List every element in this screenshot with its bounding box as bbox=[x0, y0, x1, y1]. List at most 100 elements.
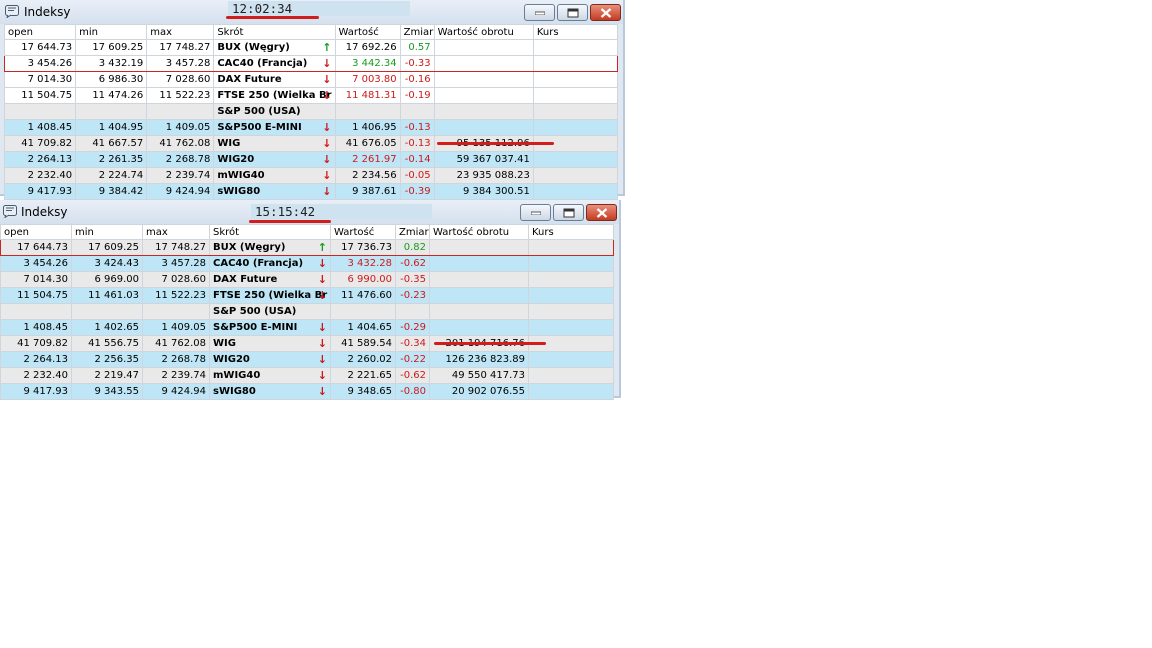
cell-wartosc-obrotu bbox=[429, 255, 529, 272]
cell-wartosc: 2 260.02 bbox=[330, 351, 396, 368]
cell-skrot: S&P 500 (USA) bbox=[213, 103, 336, 120]
cell-zmiar bbox=[399, 103, 435, 120]
maximize-button[interactable] bbox=[557, 4, 588, 21]
cell-max bbox=[142, 303, 210, 320]
cell-skrot: CAC40 (Francja) ↓ bbox=[213, 55, 336, 72]
maximize-button[interactable] bbox=[553, 204, 584, 221]
cell-wartosc-obrotu: 23 935 088.23 bbox=[433, 167, 534, 184]
table-body: 17 644.73 17 609.25 17 748.27 BUX (Węgry) ↑ 1… bbox=[0, 239, 614, 400]
table-row[interactable]: 17 644.73 17 609.25 17 748.27 BUX (Węgry) ↑ 1… bbox=[3, 39, 619, 56]
cell-zmiar: -0.19 bbox=[399, 87, 435, 104]
col-skrot-header[interactable]: Skrót bbox=[213, 24, 336, 40]
col-zmiar-header[interactable]: Zmiar bbox=[399, 24, 435, 40]
table-row[interactable]: 1 408.45 1 402.65 1 409.05 S&P500 E-MINI ↓ 1 … bbox=[0, 319, 614, 336]
table-row[interactable]: S&P 500 (USA) bbox=[0, 303, 614, 320]
close-icon bbox=[596, 207, 607, 218]
cell-skrot: DAX Future ↓ bbox=[209, 271, 331, 288]
col-kurs-header[interactable]: Kurs bbox=[532, 24, 619, 40]
close-icon bbox=[600, 7, 611, 18]
table-row[interactable]: 1 408.45 1 404.95 1 409.05 S&P500 E-MINI ↓ 1 … bbox=[3, 119, 619, 136]
col-wartosc-header[interactable]: Wartość bbox=[334, 24, 401, 40]
cell-zmiar: -0.35 bbox=[395, 271, 430, 288]
cell-open: 11 504.75 bbox=[3, 87, 77, 104]
cell-min: 41 556.75 bbox=[71, 335, 143, 352]
close-button[interactable] bbox=[586, 204, 617, 221]
cell-zmiar: -0.22 bbox=[395, 351, 430, 368]
arrow-down-icon: ↓ bbox=[322, 73, 332, 86]
arrow-down-icon: ↓ bbox=[317, 321, 327, 334]
cell-zmiar: -0.16 bbox=[399, 71, 435, 88]
col-wartosc-header[interactable]: Wartość bbox=[330, 224, 396, 240]
cell-open: 2 232.40 bbox=[3, 167, 77, 184]
cell-min: 6 986.30 bbox=[75, 71, 148, 88]
table-row[interactable]: 11 504.75 11 474.26 11 522.23 FTSE 250 (Wie… bbox=[3, 87, 619, 104]
table-row[interactable]: 9 417.93 9 384.42 9 424.94 sWIG80 ↓ 9 387.61-… bbox=[3, 183, 619, 200]
table-header: open min max Skrót Wartość Zmiar Wartość obrot… bbox=[3, 24, 619, 40]
cell-zmiar: -0.39 bbox=[399, 183, 435, 200]
cell-open: 7 014.30 bbox=[0, 271, 72, 288]
table-row[interactable]: 2 264.13 2 256.35 2 268.78 WIG20 ↓ 2 260.02 -0… bbox=[0, 351, 614, 368]
col-wartosc-obrotu-header[interactable]: Wartość obrotu bbox=[429, 224, 529, 240]
col-skrot-header[interactable]: Skrót bbox=[209, 224, 331, 240]
cell-kurs bbox=[532, 55, 619, 72]
clock-time: 12:02:34 bbox=[228, 1, 410, 16]
cell-min: 9 384.42 bbox=[75, 183, 148, 200]
col-max-header[interactable]: max bbox=[146, 24, 215, 40]
cell-max: 2 239.74 bbox=[146, 167, 215, 184]
table-row[interactable]: 9 417.93 9 343.55 9 424.94 sWIG80 ↓ 9 348.65-… bbox=[0, 383, 614, 400]
cell-kurs bbox=[528, 351, 614, 368]
cell-skrot: WIG ↓ bbox=[213, 135, 336, 152]
col-open-header[interactable]: open bbox=[3, 24, 77, 40]
cell-wartosc-obrotu bbox=[429, 271, 529, 288]
cell-kurs bbox=[532, 119, 619, 136]
col-max-header[interactable]: max bbox=[142, 224, 210, 240]
col-min-header[interactable]: min bbox=[71, 224, 143, 240]
cell-max: 17 748.27 bbox=[142, 239, 210, 256]
table-row[interactable]: 3 454.26 3 424.43 3 457.28 CAC40 (Francja) ↓… bbox=[0, 255, 614, 272]
cell-wartosc-obrotu bbox=[429, 287, 529, 304]
table-row[interactable]: 2 232.40 2 224.74 2 239.74 mWIG40 ↓ 2 234.56-… bbox=[3, 167, 619, 184]
cell-skrot: mWIG40 ↓ bbox=[213, 167, 336, 184]
cell-wartosc-obrotu: 59 367 037.41 bbox=[433, 151, 534, 168]
cell-open: 1 408.45 bbox=[0, 319, 72, 336]
close-button[interactable] bbox=[590, 4, 621, 21]
table-row[interactable]: S&P 500 (USA) bbox=[3, 103, 619, 120]
col-min-header[interactable]: min bbox=[75, 24, 148, 40]
cell-zmiar: 0.57 bbox=[399, 39, 435, 56]
col-kurs-header[interactable]: Kurs bbox=[528, 224, 614, 240]
cell-wartosc-obrotu: 49 550 417.73 bbox=[429, 367, 529, 384]
table-row[interactable]: 7 014.30 6 969.00 7 028.60 DAX Future ↓ 6 990… bbox=[0, 271, 614, 288]
table-row[interactable]: 2 264.13 2 261.35 2 268.78 WIG20 ↓ 2 261.97 -0… bbox=[3, 151, 619, 168]
cell-skrot: WIG20 ↓ bbox=[209, 351, 331, 368]
table-body: 17 644.73 17 609.25 17 748.27 BUX (Węgry) ↑ 1… bbox=[3, 39, 619, 200]
table-row[interactable]: 3 454.26 3 432.19 3 457.28 CAC40 (Francja) ↓… bbox=[3, 55, 619, 72]
table-row[interactable]: 11 504.75 11 461.03 11 522.23 FTSE 250 (Wie… bbox=[0, 287, 614, 304]
table-row[interactable]: 7 014.30 6 986.30 7 028.60 DAX Future ↓ 7 003… bbox=[3, 71, 619, 88]
col-zmiar-header[interactable]: Zmiar bbox=[395, 224, 430, 240]
title-bar[interactable]: Indeksy 12:02:34 bbox=[0, 0, 623, 24]
cell-kurs bbox=[532, 167, 619, 184]
annotation-underline bbox=[434, 342, 546, 345]
cell-max: 7 028.60 bbox=[142, 271, 210, 288]
app-icon bbox=[3, 205, 17, 219]
arrow-down-icon: ↓ bbox=[317, 289, 327, 302]
table-row[interactable]: 2 232.40 2 219.47 2 239.74 mWIG40 ↓ 2 221.65-… bbox=[0, 367, 614, 384]
title-bar[interactable]: Indeksy 15:15:42 bbox=[0, 200, 619, 224]
cell-max: 41 762.08 bbox=[146, 135, 215, 152]
cell-max: 9 424.94 bbox=[146, 183, 215, 200]
col-wartosc-obrotu-header[interactable]: Wartość obrotu bbox=[433, 24, 534, 40]
minimize-button[interactable] bbox=[520, 204, 551, 221]
cell-wartosc: 3 442.34 bbox=[334, 55, 401, 72]
table-row[interactable]: 17 644.73 17 609.25 17 748.27 BUX (Węgry) ↑ 1… bbox=[0, 239, 614, 256]
cell-kurs bbox=[528, 287, 614, 304]
cell-skrot: sWIG80 ↓ bbox=[209, 383, 331, 400]
cell-wartosc: 6 990.00 bbox=[330, 271, 396, 288]
cell-min: 41 667.57 bbox=[75, 135, 148, 152]
cell-open: 9 417.93 bbox=[0, 383, 72, 400]
window-title: Indeksy bbox=[21, 205, 68, 219]
cell-open bbox=[3, 103, 77, 120]
minimize-button[interactable] bbox=[524, 4, 555, 21]
col-open-header[interactable]: open bbox=[0, 224, 72, 240]
cell-max: 9 424.94 bbox=[142, 383, 210, 400]
cell-wartosc bbox=[334, 103, 401, 120]
